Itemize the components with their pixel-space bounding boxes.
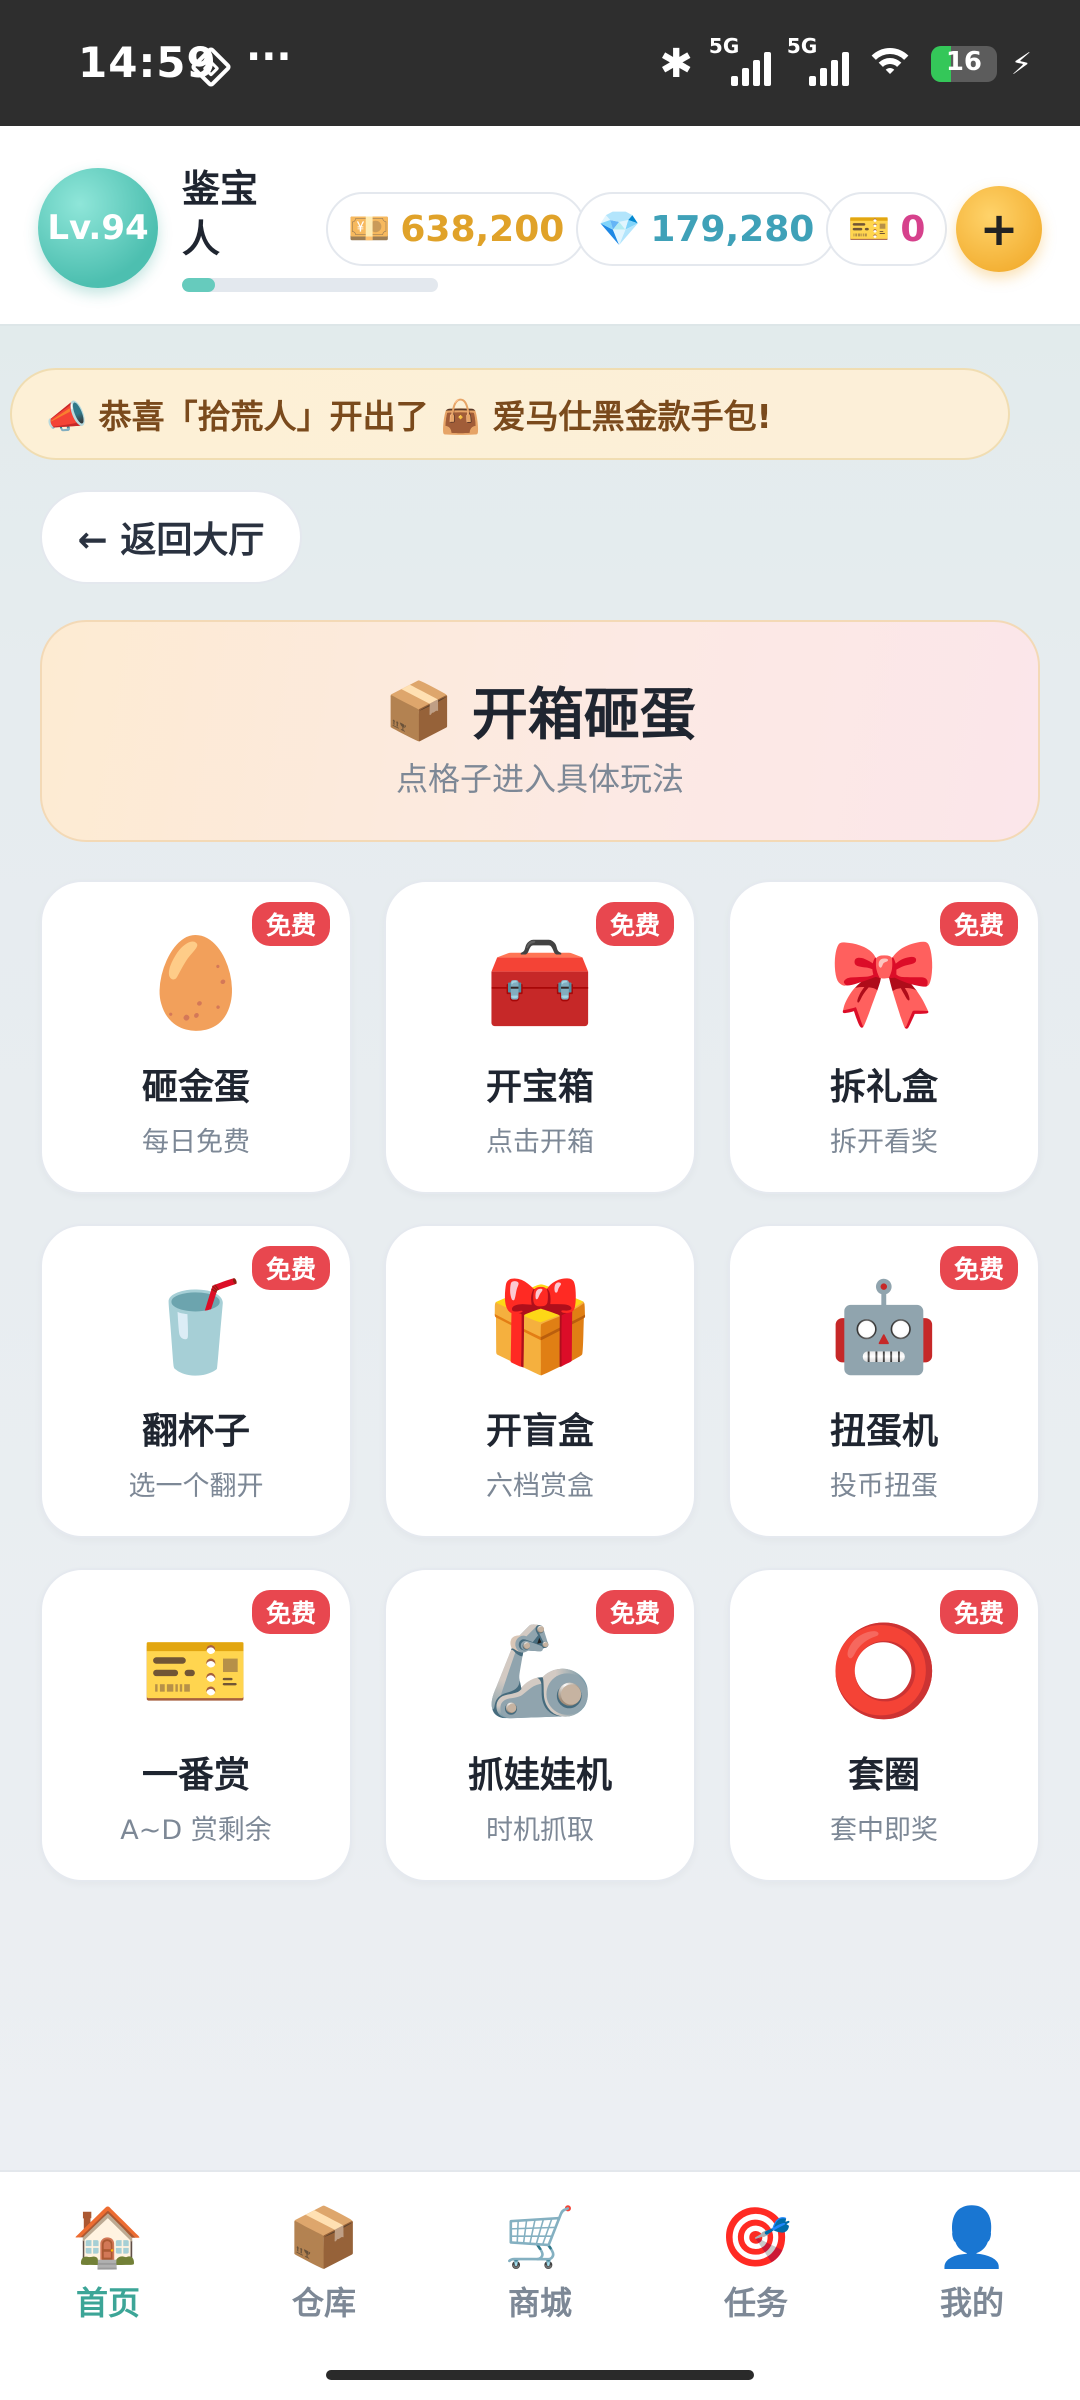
wifi-icon	[863, 42, 917, 86]
game-subtitle: 拆开看奖	[830, 1127, 938, 1158]
gift-icon: 🎁	[485, 1275, 595, 1378]
game-subtitle: 六档赏盒	[486, 1471, 594, 1502]
game-card[interactable]: 🎁 开盲盒六档赏盒	[384, 1224, 696, 1538]
game-title: 开宝箱	[485, 1067, 594, 1108]
username: 鉴宝人	[182, 167, 259, 261]
diamond-icon: 💎	[598, 209, 641, 249]
level-label: Lv.94	[47, 208, 149, 248]
game-subtitle: A~D 赏剩余	[120, 1815, 272, 1846]
gold-amount: 638,200	[400, 208, 565, 250]
user-icon: 👤	[935, 2203, 1009, 2271]
robot-icon: 🤖	[829, 1275, 939, 1378]
game-card[interactable]: 免费 🧰 开宝箱 点击开箱	[384, 880, 696, 1194]
package-icon: 📦	[384, 678, 454, 744]
nav-tab-shop[interactable]: 🛒 商城	[470, 2202, 610, 2324]
top-header: Lv.94 鉴宝人 💴 638,200 💎 179,280 🎫 0 +	[0, 126, 1080, 326]
bluetooth-icon: ✱	[659, 41, 693, 87]
status-icons: ✱ 5G 5G 16 ⚡	[659, 34, 1032, 92]
home-icon: 🏠	[71, 2203, 145, 2271]
ticket-amount: 0	[900, 208, 926, 250]
game-card[interactable]: 免费 🤖 扭蛋机 投币扭蛋	[728, 1224, 1040, 1538]
app-page: 14:59 ··· ✱ 5G 5G 16 ⚡ Lv.94 鉴宝人 💴 638,2…	[0, 0, 1080, 2400]
nav-tab-warehouse[interactable]: 📦 仓库	[254, 2202, 394, 2324]
game-subtitle: 选一个翻开	[128, 1471, 264, 1502]
ticket-icon: 🎫	[848, 209, 891, 249]
back-to-lobby-button[interactable]: ← 返回大厅	[40, 490, 302, 584]
warehouse-icon: 📦	[287, 2203, 361, 2271]
ring-icon: ⭕	[829, 1619, 939, 1722]
bottom-navigation: 🏠 首页 📦 仓库 🛒 商城 🎯 任务 👤 我的	[0, 2170, 1080, 2400]
nav-label: 任务	[723, 2284, 788, 2322]
cup-icon: 🥤	[141, 1275, 251, 1378]
battery-level: 16	[945, 47, 983, 77]
egg-icon: 🥚	[141, 931, 251, 1034]
banner-subtitle: 点格子进入具体玩法	[395, 760, 684, 798]
game-subtitle: 点击开箱	[486, 1127, 594, 1158]
game-title: 砸金蛋	[141, 1067, 250, 1108]
game-subtitle: 每日免费	[142, 1127, 250, 1158]
game-card[interactable]: 免费 🦾 抓娃娃机 时机抓取	[384, 1568, 696, 1882]
status-bar: 14:59 ··· ✱ 5G 5G 16 ⚡	[0, 0, 1080, 126]
game-subtitle: 时机抓取	[486, 1815, 594, 1846]
banner-title: 开箱砸蛋	[471, 683, 696, 748]
game-title: 一番赏	[141, 1755, 250, 1796]
ribbon-icon: 🎀	[829, 931, 939, 1034]
nav-tab-home[interactable]: 🏠 首页	[38, 2202, 178, 2324]
money-icon: 💴	[348, 209, 391, 249]
xp-progress-bar	[182, 278, 438, 292]
gem-balance-chip[interactable]: 💎 179,280	[576, 192, 837, 266]
robotic-arm-icon: 🦾	[485, 1619, 595, 1722]
add-currency-button[interactable]: +	[956, 186, 1042, 272]
game-title: 拆礼盒	[829, 1067, 938, 1108]
game-subtitle: 投币扭蛋	[830, 1471, 938, 1502]
level-avatar[interactable]: Lv.94	[38, 168, 158, 288]
more-notifications-icon: ···	[246, 34, 292, 80]
announcement-banner: 📣 恭喜「拾荒人」开出了 👜 爱马仕黑金款手包!	[10, 368, 1010, 460]
cart-icon: 🛒	[503, 2203, 577, 2271]
game-card[interactable]: 免费 ⭕ 套圈 套中即奖	[728, 1568, 1040, 1882]
game-title: 套圈	[847, 1755, 920, 1796]
ticket-icon: 🎫	[141, 1619, 251, 1722]
charging-icon: ⚡	[1010, 46, 1032, 82]
back-button-label: ← 返回大厅	[77, 520, 265, 561]
game-subtitle: 套中即奖	[830, 1815, 938, 1846]
game-title: 扭蛋机	[829, 1411, 938, 1452]
game-title: 抓娃娃机	[467, 1755, 612, 1796]
nav-tab-tasks[interactable]: 🎯 任务	[686, 2202, 826, 2324]
game-card[interactable]: 免费 🎫 一番赏 A~D 赏剩余	[40, 1568, 352, 1882]
section-banner: 📦 开箱砸蛋 点格子进入具体玩法	[40, 620, 1040, 842]
signal-icon-1: 5G	[707, 34, 771, 88]
nav-label: 仓库	[291, 2284, 356, 2322]
announcement-text: 📣 恭喜「拾荒人」开出了 👜 爱马仕黑金款手包!	[46, 397, 772, 436]
nav-label: 我的	[939, 2284, 1004, 2322]
battery-icon: 16	[930, 46, 997, 82]
game-grid: 免费 🥚 砸金蛋 每日免费 免费 🧰 开宝箱 点击开箱 免费 🎀 拆礼盒 拆开看奖 免费 🥤 翻杯子 选一个翻…	[40, 880, 1040, 1882]
gold-balance-chip[interactable]: 💴 638,200	[326, 192, 587, 266]
ticket-balance-chip[interactable]: 🎫 0	[826, 192, 948, 266]
nav-label: 商城	[507, 2284, 572, 2322]
nav-tab-me[interactable]: 👤 我的	[902, 2202, 1042, 2324]
toolbox-icon: 🧰	[485, 931, 595, 1034]
nav-label: 首页	[75, 2284, 140, 2322]
game-card[interactable]: 免费 🥚 砸金蛋 每日免费	[40, 880, 352, 1194]
signal-icon-2: 5G	[785, 34, 849, 88]
target-icon: 🎯	[719, 2203, 793, 2271]
home-indicator[interactable]	[326, 2370, 754, 2380]
game-card[interactable]: 免费 🎀 拆礼盒 拆开看奖	[728, 880, 1040, 1194]
xp-progress-fill	[182, 278, 216, 292]
gem-amount: 179,280	[650, 208, 815, 250]
game-card[interactable]: 免费 🥤 翻杯子 选一个翻开	[40, 1224, 352, 1538]
game-title: 开盲盒	[485, 1411, 594, 1452]
banner-title-row: 📦 开箱砸蛋	[42, 670, 1038, 751]
game-title: 翻杯子	[141, 1411, 250, 1452]
